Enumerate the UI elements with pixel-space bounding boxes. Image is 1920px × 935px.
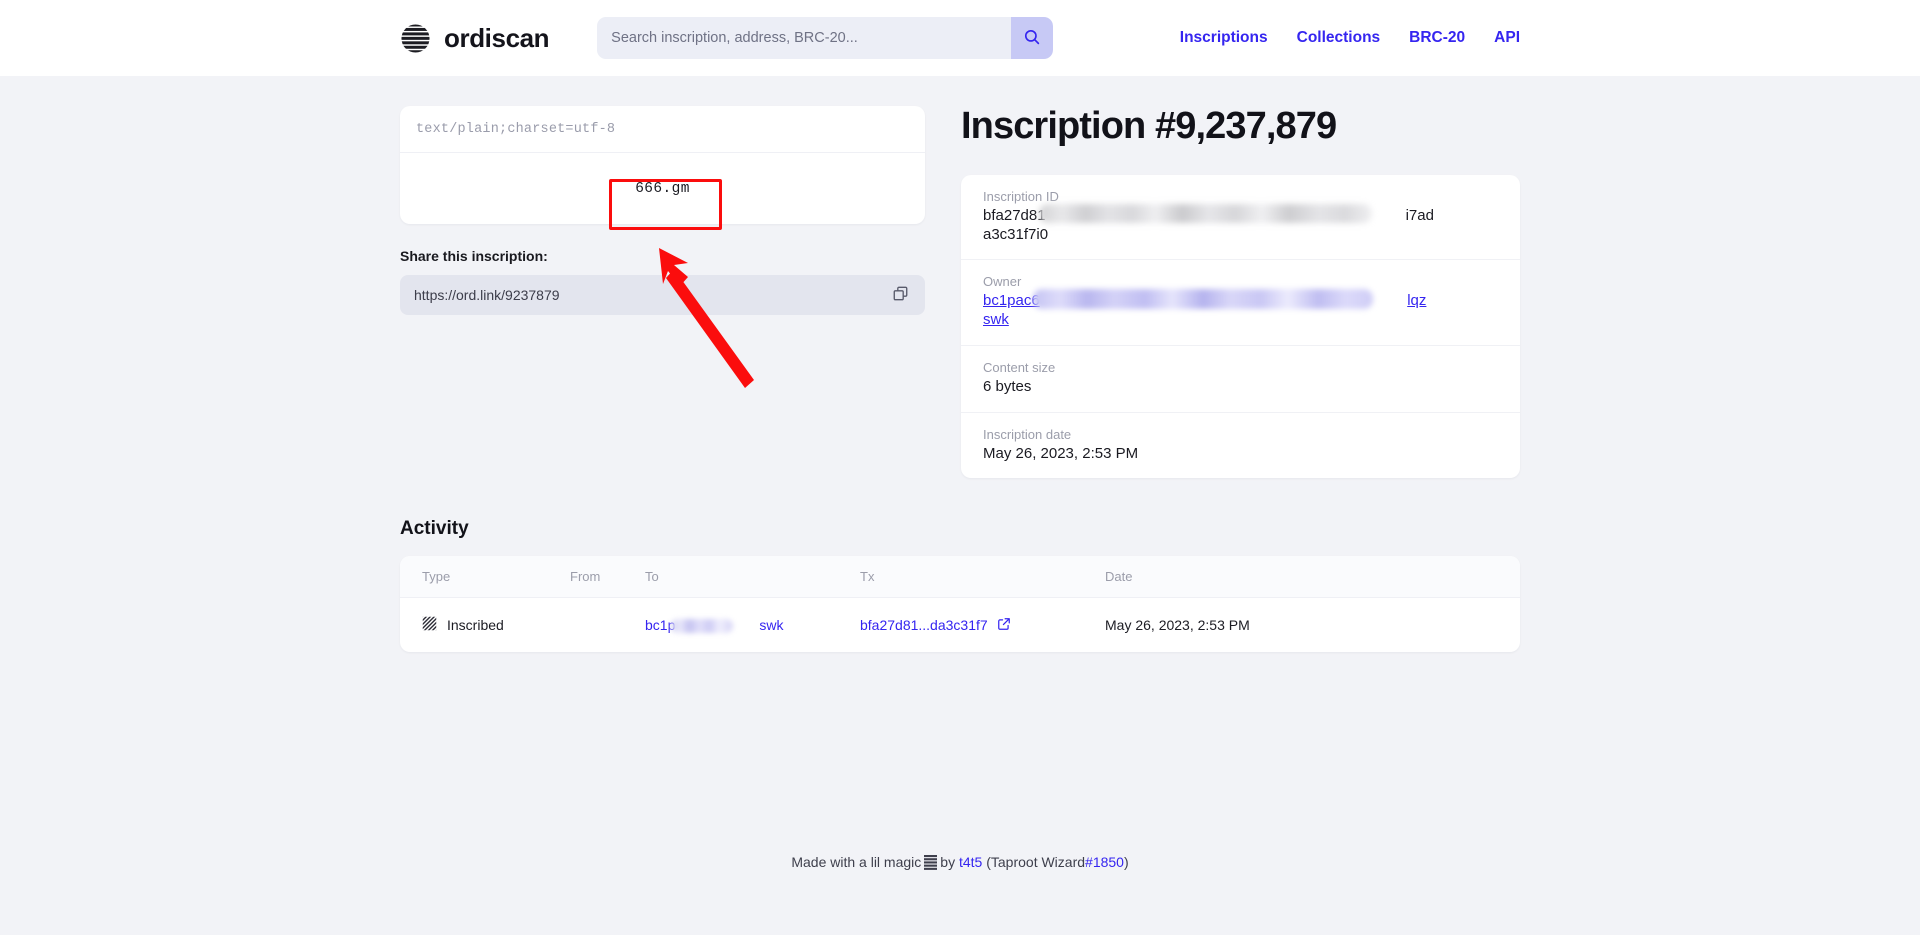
detail-row-content-size: Content size 6 bytes — [961, 346, 1520, 413]
search-bar[interactable] — [597, 17, 1054, 59]
activity-date-value: May 26, 2023, 2:53 PM — [1105, 617, 1250, 634]
owner-suffix: lqz — [1407, 292, 1427, 310]
column-header-date: Date — [1105, 556, 1520, 599]
share-url-text: https://ord.link/9237879 — [414, 287, 560, 303]
nav-item-brc20[interactable]: BRC-20 — [1409, 29, 1465, 47]
detail-label-inscription-date: Inscription date — [983, 426, 1072, 442]
detail-label-inscription-id: Inscription ID — [983, 188, 1059, 204]
main-nav: Inscriptions Collections BRC-20 API — [1180, 29, 1520, 47]
owner-wrap: swk — [983, 311, 1009, 329]
cell-date: May 26, 2023, 2:53 PM — [1105, 598, 1520, 653]
inscription-id-suffix: i7ad — [1405, 206, 1434, 224]
preview-content-area: 666.gm — [400, 153, 925, 224]
detail-label-owner: Owner — [983, 274, 1022, 290]
column-header-tx: Tx — [860, 556, 1105, 599]
share-url-box[interactable]: https://ord.link/9237879 — [400, 275, 925, 315]
footer-text-before: Made with a lil magic — [791, 854, 922, 870]
activity-type-label: Inscribed — [447, 617, 504, 634]
owner-prefix: bc1pac6 — [983, 292, 1040, 310]
detail-row-inscription-date: Inscription date May 26, 2023, 2:53 PM — [961, 413, 1520, 479]
detail-row-inscription-id: Inscription ID bfa27d81xxxxxxxxxxxxxxxxx… — [961, 175, 1520, 261]
activity-section: Activity Type From To Tx Date Inscribed … — [400, 518, 1520, 653]
activity-header-row: Type From To Tx Date — [400, 556, 1520, 599]
activity-title: Activity — [400, 518, 469, 540]
activity-to-suffix: swk — [759, 617, 784, 634]
cell-to: bc1pxxxxxxxxxxxxswk — [645, 598, 860, 653]
tx-cell-inner: bfa27d81...da3c31f7 — [860, 617, 1105, 634]
activity-table: Type From To Tx Date Inscribed bc1p swk … — [400, 556, 1520, 652]
type-cell-inner: Inscribed — [422, 616, 570, 634]
nav-item-inscriptions[interactable]: Inscriptions — [1180, 29, 1268, 47]
column-header-type: Type — [400, 556, 570, 599]
right-column: Inscription #9,237,879 Inscription ID bf… — [961, 105, 1520, 479]
site-footer: Made with a lil magic by t4t5 (Taproot W… — [0, 854, 1920, 873]
striped-circle-logo-icon — [400, 23, 431, 54]
copy-url-button[interactable] — [887, 282, 913, 308]
header-inner: ordiscan Inscriptions Collections BRC-20… — [400, 17, 1520, 59]
activity-table-head: Type From To Tx Date — [400, 556, 1520, 599]
cell-type: Inscribed — [400, 598, 570, 653]
brand-name: ordiscan — [444, 22, 550, 53]
detail-value-inscription-date: May 26, 2023, 2:53 PM — [983, 444, 1139, 462]
footer-by-word: by — [940, 854, 956, 870]
site-header: ordiscan Inscriptions Collections BRC-20… — [0, 0, 1920, 76]
activity-table-body: Inscribed bc1pxxxxxxxxxxxxswk — [400, 598, 1520, 653]
footer-paren-close: ) — [1123, 854, 1129, 870]
nav-item-api[interactable]: API — [1494, 29, 1520, 47]
left-column: text/plain;charset=utf-8 666.gm Share th… — [400, 106, 925, 315]
column-header-to: To — [645, 556, 860, 599]
inscription-detail-card: Inscription ID bfa27d81xxxxxxxxxxxxxxxxx… — [961, 174, 1520, 479]
inscription-id-wrap: a3c31f7i0 — [983, 225, 1049, 243]
footer-paren-open: (Taproot Wizard — [986, 854, 1086, 870]
footer-author-link[interactable]: t4t5 — [959, 854, 982, 870]
activity-table-card: Type From To Tx Date Inscribed bc1p swk … — [400, 556, 1520, 653]
activity-to-address-link[interactable]: bc1pxxxxxxxxxxxxswk — [645, 617, 784, 634]
detail-value-content-size: 6 bytes — [983, 377, 1032, 395]
content-container: text/plain;charset=utf-8 666.gm Share th… — [400, 76, 1520, 653]
preview-mime-type: text/plain;charset=utf-8 — [400, 106, 925, 153]
column-header-from: From — [570, 556, 645, 599]
preview-content-text: 666.gm — [635, 180, 690, 197]
inscription-preview-card: text/plain;charset=utf-8 666.gm — [400, 106, 925, 224]
share-label: Share this inscription: — [400, 248, 548, 264]
detail-value-inscription-id: bfa27d81xxxxxxxxxxxxxxxxxxxxxxxxxxxxxxxx… — [983, 207, 1498, 245]
cell-from — [570, 598, 645, 653]
page-title: Inscription #9,237,879 — [961, 105, 1337, 147]
page-body: text/plain;charset=utf-8 666.gm Share th… — [0, 76, 1920, 935]
footer-wizard-id[interactable]: #1850 — [1085, 854, 1124, 870]
detail-value-owner[interactable]: bc1pac6xxxxxxxxxxxxxxxxxxxxxxxxxxxxxxxxx… — [983, 292, 1498, 330]
hatched-square-icon — [422, 616, 437, 634]
striped-square-logo-icon — [924, 855, 938, 873]
cell-tx: bfa27d81...da3c31f7 — [860, 598, 1105, 653]
brand-logo-link[interactable]: ordiscan — [400, 22, 550, 54]
search-icon — [1023, 28, 1041, 49]
detail-label-content-size: Content size — [983, 359, 1056, 375]
inscription-id-prefix: bfa27d81 — [983, 206, 1046, 224]
search-input[interactable] — [597, 17, 1012, 59]
copy-icon — [892, 285, 909, 305]
activity-to-prefix: bc1p — [645, 617, 676, 634]
nav-item-collections[interactable]: Collections — [1297, 29, 1381, 47]
detail-row-owner: Owner bc1pac6xxxxxxxxxxxxxxxxxxxxxxxxxxx… — [961, 260, 1520, 346]
search-button[interactable] — [1011, 17, 1054, 59]
activity-tx-link[interactable]: bfa27d81...da3c31f7 — [860, 617, 988, 633]
detail-grid: text/plain;charset=utf-8 666.gm Share th… — [400, 105, 1520, 479]
external-link-icon[interactable] — [997, 617, 1011, 634]
table-row: Inscribed bc1pxxxxxxxxxxxxswk — [400, 598, 1520, 653]
